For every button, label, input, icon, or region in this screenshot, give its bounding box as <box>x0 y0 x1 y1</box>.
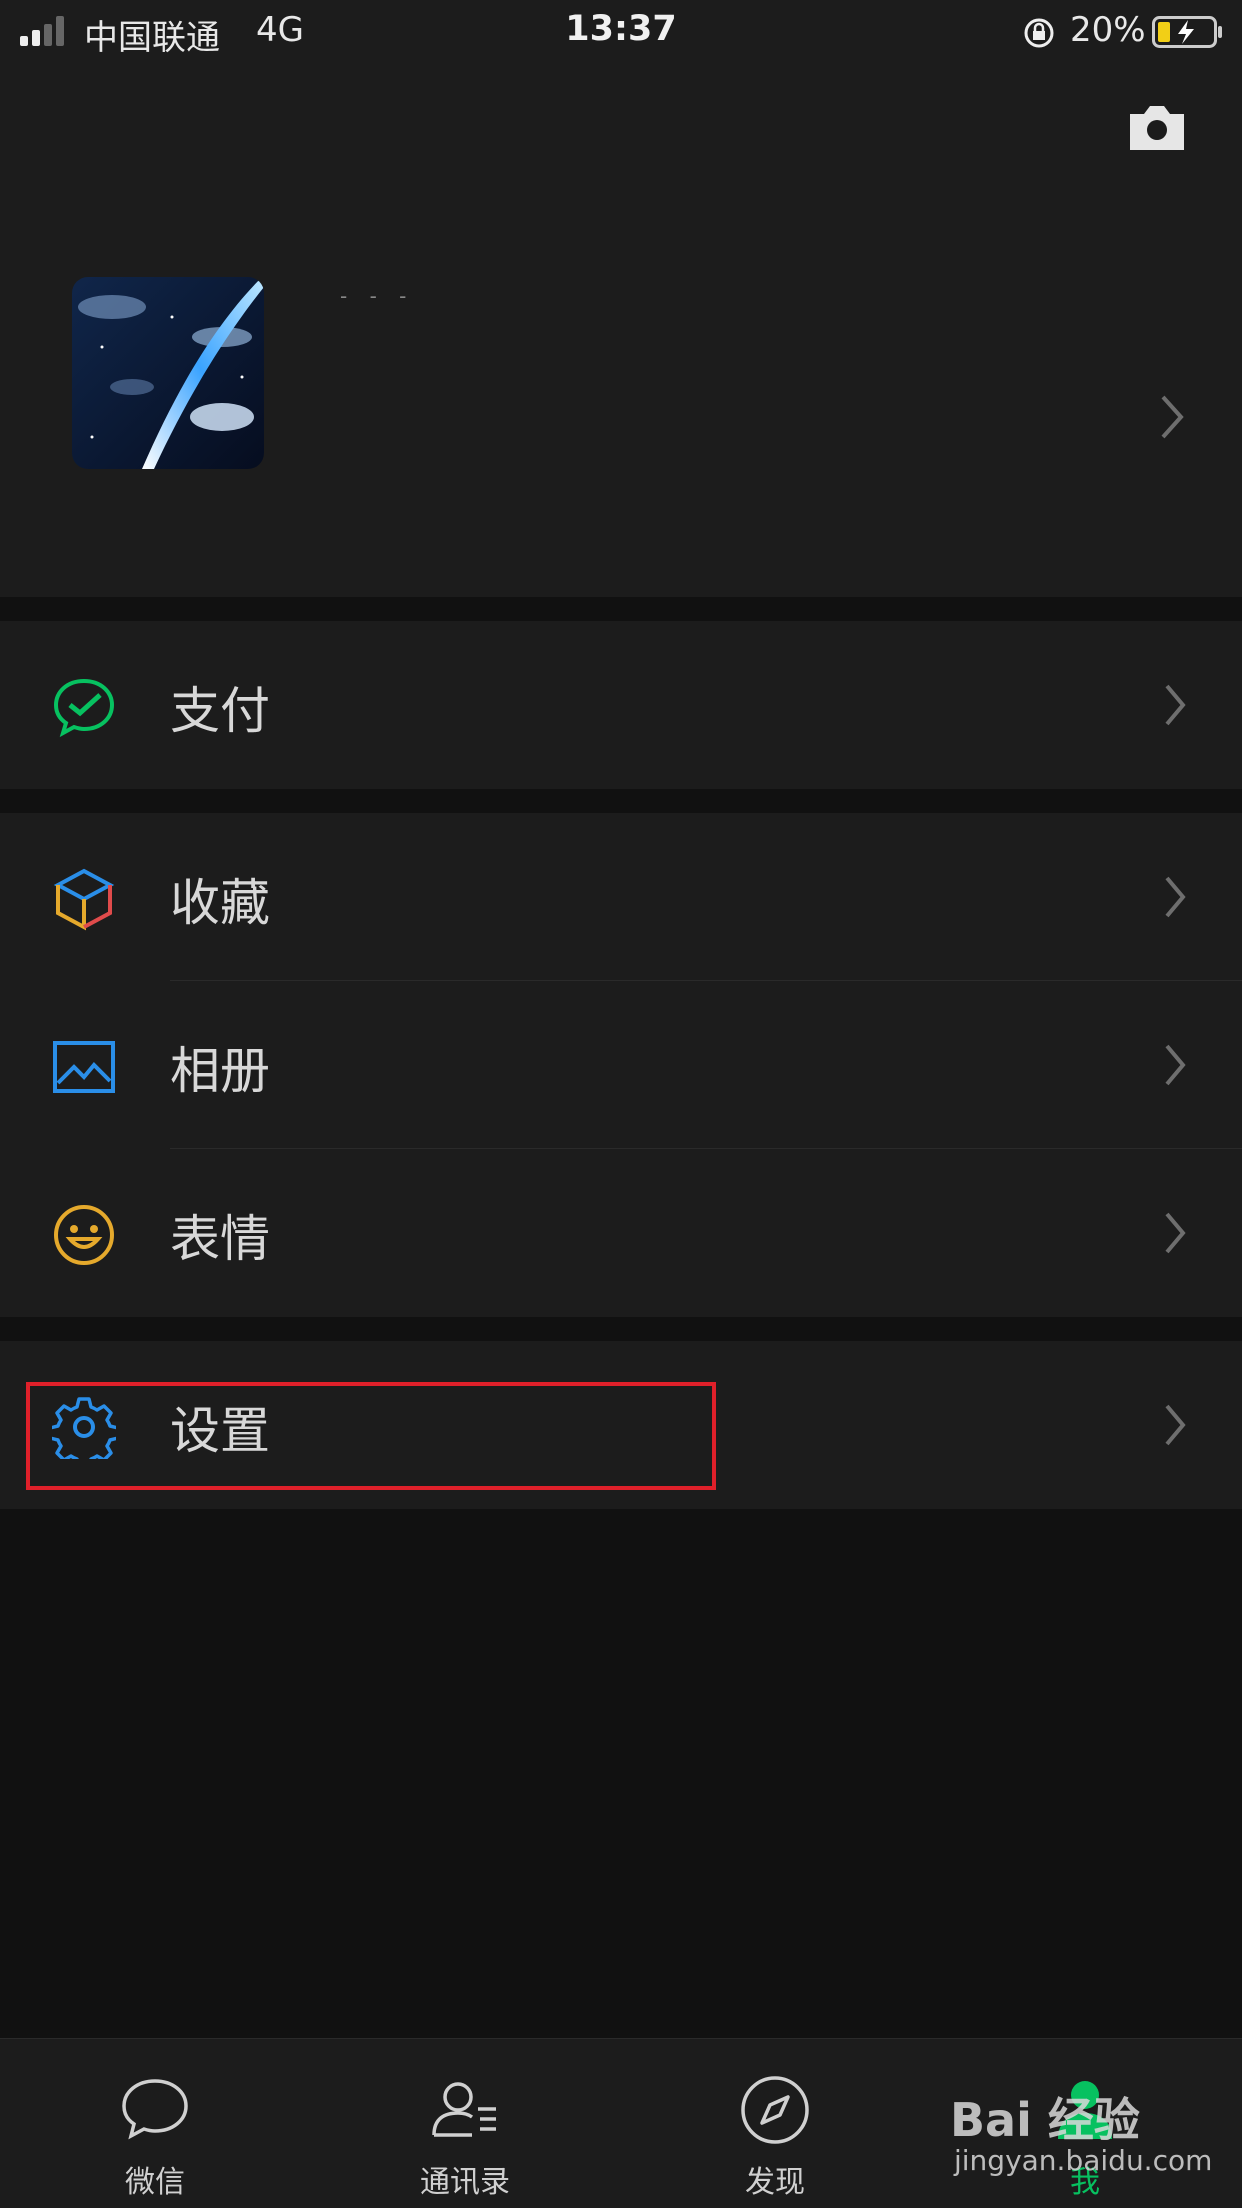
chevron-right-icon <box>1161 395 1184 439</box>
chevron-right-icon <box>1165 1044 1186 1086</box>
menu-label-favorites: 收藏 <box>170 874 270 932</box>
menu-label-album: 相册 <box>170 1042 270 1100</box>
camera-icon[interactable] <box>1126 102 1188 152</box>
avatar[interactable] <box>72 277 264 469</box>
chevron-right-icon <box>1165 876 1186 918</box>
tab-label-discover: 发现 <box>745 2165 805 2200</box>
wechat-pay-icon <box>53 678 115 738</box>
battery-charging-icon <box>1152 16 1222 48</box>
menu-item-album[interactable]: 相册 <box>0 981 1242 1149</box>
tab-label-contacts: 通讯录 <box>420 2165 510 2200</box>
tab-discover[interactable]: 发现 <box>620 2039 930 2208</box>
chevron-right-icon <box>1165 1212 1186 1254</box>
album-image-icon <box>53 1041 115 1093</box>
smiley-face-icon <box>54 1205 114 1265</box>
settings-highlight-annotation <box>26 1382 716 1490</box>
tab-contacts[interactable]: 通讯录 <box>310 2039 620 2208</box>
content-group: 收藏 相册 表情 <box>0 813 1242 1317</box>
compass-icon <box>741 2076 809 2144</box>
pay-group: 支付 <box>0 621 1242 789</box>
menu-item-stickers[interactable]: 表情 <box>0 1149 1242 1317</box>
menu-item-favorites[interactable]: 收藏 <box>0 813 1242 981</box>
tab-label-chats: 微信 <box>125 2165 185 2200</box>
chat-bubble-icon <box>122 2079 188 2140</box>
menu-item-pay[interactable]: 支付 <box>0 621 1242 789</box>
menu-label-stickers: 表情 <box>170 1210 270 1268</box>
status-bar: 中国联通 4G 13:37 20% <box>0 0 1242 62</box>
favorites-cube-icon <box>53 868 115 931</box>
rotation-lock-icon <box>1024 18 1054 48</box>
battery-percent: 20% <box>1070 10 1146 50</box>
watermark-url: jingyan.baidu.com <box>954 2144 1213 2177</box>
contacts-icon <box>432 2082 496 2137</box>
nickname: - - - <box>340 284 415 308</box>
profile-header[interactable]: - - - <box>0 62 1242 597</box>
chevron-right-icon <box>1165 684 1186 726</box>
baidu-jingyan-watermark: Bai 经验 jingyan.baidu.com <box>950 2084 1212 2184</box>
tab-chats[interactable]: 微信 <box>0 2039 310 2208</box>
menu-label-pay: 支付 <box>170 682 270 740</box>
avatar-image-icon <box>72 277 264 469</box>
chevron-right-icon <box>1165 1404 1186 1446</box>
wechat-me-screen: 中国联通 4G 13:37 20% - - - 支付 收藏 相册 表情 设置 微… <box>0 0 1242 2208</box>
watermark-brand: Bai 经验 <box>950 2093 1140 2147</box>
